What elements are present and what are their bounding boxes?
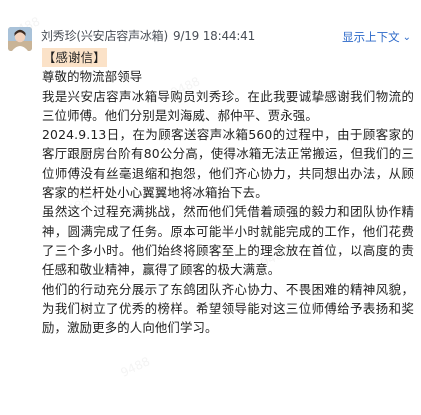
paragraph-1: 我是兴安店容声冰箱导购员刘秀珍。在此我要诚挚感谢我们物流的三位师傅。他们分别是刘… [42, 88, 414, 123]
tag-line: 【感谢信】 [42, 48, 414, 68]
message-body: 【感谢信】 尊敬的物流部领导 我是兴安店容声冰箱导购员刘秀珍。在此我要诚挚感谢我… [42, 48, 414, 337]
message-timestamp: 9/19 18:44:41 [172, 29, 256, 43]
watermark: 9488 [118, 354, 153, 380]
avatar[interactable] [8, 27, 32, 51]
greeting: 尊敬的物流部领导 [42, 69, 143, 85]
sender-name: 刘秀珍(兴安店容声冰箱) [41, 29, 168, 43]
thank-you-tag: 【感谢信】 [42, 48, 107, 68]
chevron-down-icon[interactable]: ⌄ [403, 32, 411, 43]
show-context-label[interactable]: 显示上下文 [342, 30, 400, 44]
paragraph-4: 他们的行动充分展示了东鸽团队齐心协力、不畏困难的精神风貌，为我们树立了优秀的榜样… [42, 281, 414, 336]
paragraph-3: 虽然这个过程充满挑战，然而他们凭借着顽强的毅力和团队协作精神，圆满完成了任务。原… [42, 204, 414, 278]
message-header: 刘秀珍(兴安店容声冰箱) 9/19 18:44:41 显示上下文 ⌄ [0, 0, 421, 51]
paragraph-2: 2024.9.13日，在为顾客送容声冰箱560的过程中，由于顾客家的客厅跟厨房台… [42, 127, 414, 201]
chat-message-card: 9488 9488 9488 9488 9488 刘秀珍(兴安店容声冰箱)9/1… [0, 0, 421, 415]
show-context-link[interactable]: 显示上下文 ⌄ [342, 29, 411, 45]
sender-info: 刘秀珍(兴安店容声冰箱) 9/19 18:44:41 [41, 27, 255, 44]
